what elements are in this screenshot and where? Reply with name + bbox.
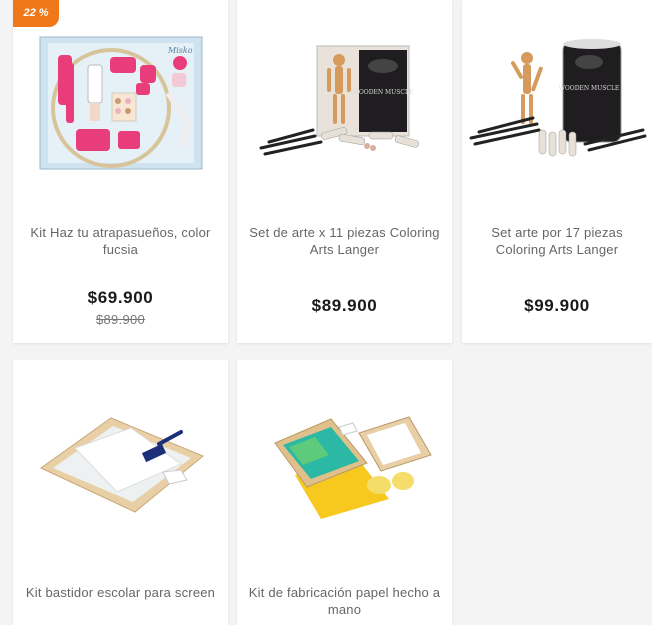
product-old-price: $89.900 <box>95 312 146 327</box>
product-title[interactable]: Kit de fabricación papel hecho a mano <box>245 584 444 618</box>
product-grid: Misko 22 % Kit Haz tu atrapasueños, colo… <box>0 0 652 625</box>
screen-frame-kit-image <box>39 416 204 513</box>
product-image[interactable]: WOODEN MUSCLE <box>462 0 652 205</box>
product-price: $69.900 <box>87 288 154 307</box>
misko-brand-logo: Misko <box>167 46 193 55</box>
product-card-dreamcatcher[interactable]: Misko 22 % Kit Haz tu atrapasueños, colo… <box>13 0 228 343</box>
wooden-muscle-label: WOODEN MUSCLE <box>559 85 620 92</box>
product-title[interactable]: Set arte por 17 piezas Coloring Arts Lan… <box>470 224 644 258</box>
product-card-art-set-17[interactable]: WOODEN MUSCLE Set arte por 17 piezas Col… <box>462 0 652 343</box>
wooden-muscle-label: WOODEN MUSCLE <box>352 89 413 96</box>
product-image[interactable] <box>237 360 452 565</box>
product-title[interactable]: Set de arte x 11 piezas Coloring Arts La… <box>245 224 444 258</box>
product-title[interactable]: Kit Haz tu atrapasueños, color fucsia <box>21 224 220 258</box>
product-price: $89.900 <box>311 296 378 315</box>
product-image[interactable]: WOODEN MUSCLE <box>237 0 452 205</box>
product-card-paper-making[interactable]: Kit de fabricación papel hecho a mano <box>237 360 452 625</box>
product-image[interactable] <box>13 360 228 565</box>
product-title[interactable]: Kit bastidor escolar para screen <box>21 584 220 601</box>
discount-badge: 22 % <box>13 0 59 27</box>
art-set-11-image: WOODEN MUSCLE <box>259 45 419 155</box>
product-card-screen-frame[interactable]: Kit bastidor escolar para screen <box>13 360 228 625</box>
product-card-art-set-11[interactable]: WOODEN MUSCLE Set de arte x 11 piezas Co… <box>237 0 452 343</box>
paper-making-kit-image <box>273 415 432 519</box>
dreamcatcher-kit-image: Misko <box>39 36 202 169</box>
product-image[interactable]: Misko <box>13 0 228 205</box>
product-price: $99.900 <box>524 296 590 315</box>
art-set-17-image: WOODEN MUSCLE <box>469 38 647 156</box>
